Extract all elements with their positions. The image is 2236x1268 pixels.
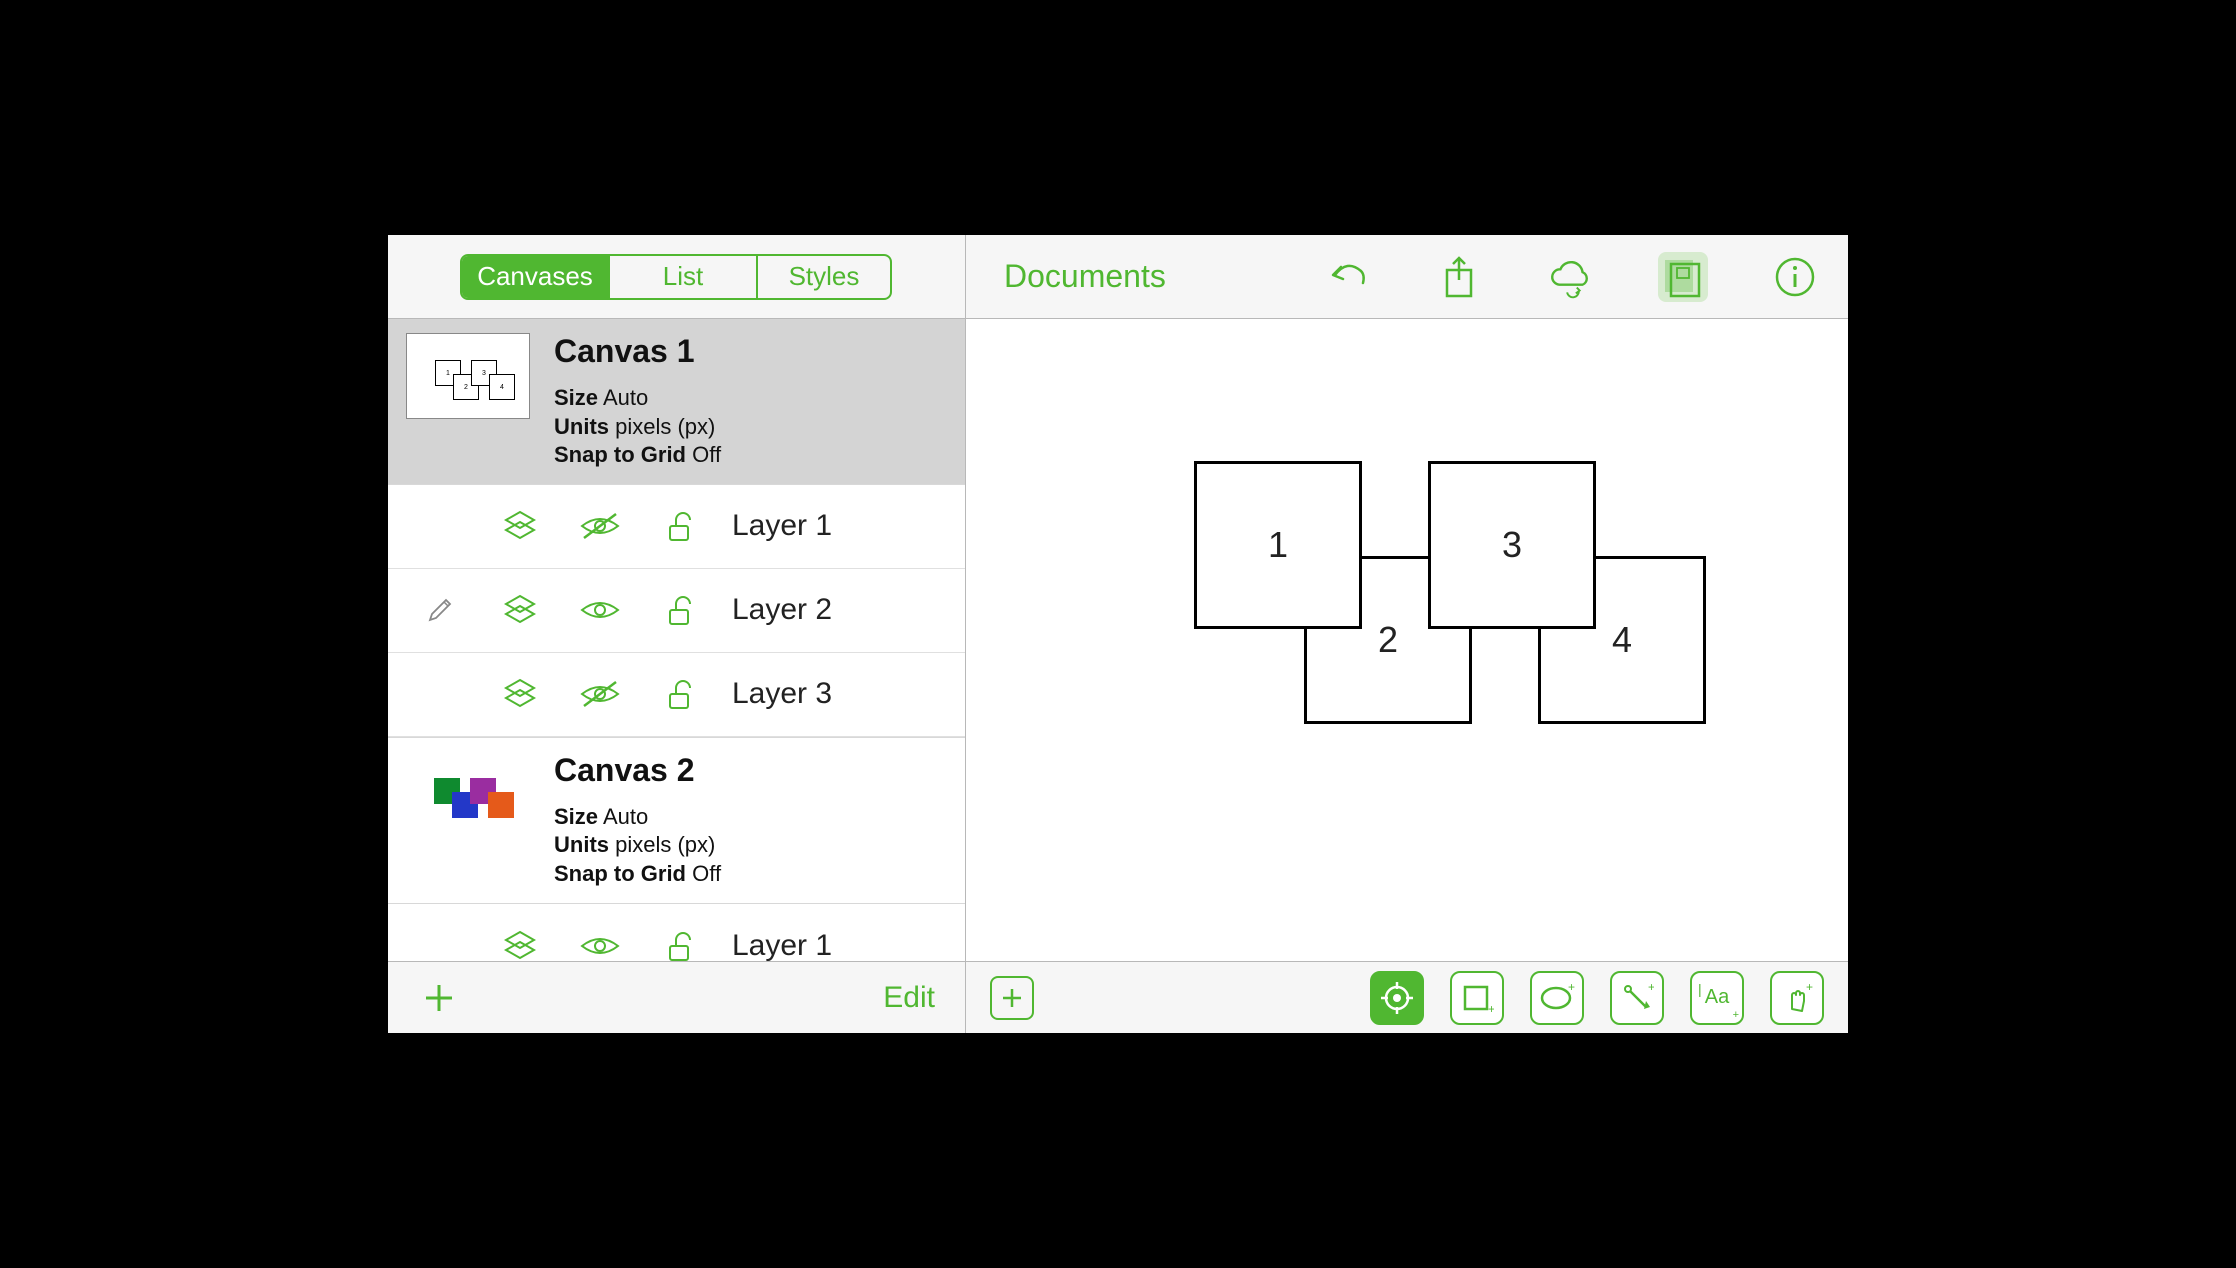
layer-stack-icon[interactable] xyxy=(502,676,538,712)
shape-label: 4 xyxy=(1612,619,1632,661)
text-tool[interactable]: | Aa + xyxy=(1690,971,1744,1025)
visibility-hidden-icon[interactable] xyxy=(578,508,622,544)
line-tool[interactable]: + xyxy=(1610,971,1664,1025)
rectangle-tool[interactable]: + xyxy=(1450,971,1504,1025)
shape-label: 2 xyxy=(1378,619,1398,661)
add-button[interactable] xyxy=(422,981,456,1015)
layer-stack-icon[interactable] xyxy=(502,508,538,544)
tab-list[interactable]: List xyxy=(610,256,758,298)
svg-text:+: + xyxy=(1568,981,1575,994)
layer-name: Layer 1 xyxy=(732,929,832,961)
edit-button[interactable]: Edit xyxy=(883,981,935,1015)
lock-open-icon[interactable] xyxy=(662,508,702,544)
tab-styles[interactable]: Styles xyxy=(758,256,890,298)
sidebar-footer: Edit xyxy=(388,961,965,1033)
shape-label: 1 xyxy=(1268,524,1288,566)
toolbar-actions xyxy=(1322,252,1820,302)
documents-button[interactable]: Documents xyxy=(1004,258,1166,295)
svg-text:+: + xyxy=(1488,1002,1494,1015)
info-icon[interactable] xyxy=(1770,252,1820,302)
canvas-meta: Size Auto Units pixels (px) Snap to Grid… xyxy=(554,384,721,470)
canvas-thumbnail xyxy=(406,752,530,838)
canvas-title: Canvas 2 xyxy=(554,752,721,789)
cloud-sync-icon[interactable] xyxy=(1546,252,1596,302)
visibility-visible-icon[interactable] xyxy=(578,592,622,628)
hand-tool[interactable]: + xyxy=(1770,971,1824,1025)
share-icon[interactable] xyxy=(1434,252,1484,302)
layer-row[interactable]: Layer 2 xyxy=(388,569,965,653)
canvas-info: Canvas 1 Size Auto Units pixels (px) Sna… xyxy=(554,333,721,470)
ellipse-tool[interactable]: + xyxy=(1530,971,1584,1025)
top-toolbar: Documents xyxy=(966,235,1848,319)
lock-open-icon[interactable] xyxy=(662,592,702,628)
target-tool[interactable] xyxy=(1370,971,1424,1025)
drawing-tools: + + + | Aa + + xyxy=(1370,971,1824,1025)
shape-label: 3 xyxy=(1502,524,1522,566)
sidebar: Canvases List Styles 1 2 3 4 Canvas 1 xyxy=(388,235,966,1033)
tab-canvases[interactable]: Canvases xyxy=(462,256,610,298)
undo-icon[interactable] xyxy=(1322,252,1372,302)
add-shape-button[interactable] xyxy=(990,976,1034,1020)
canvas-meta: Size Auto Units pixels (px) Snap to Grid… xyxy=(554,803,721,889)
lock-open-icon[interactable] xyxy=(662,928,702,961)
layers-stack-icon[interactable] xyxy=(1658,252,1708,302)
visibility-visible-icon[interactable] xyxy=(578,928,622,961)
layer-stack-icon[interactable] xyxy=(502,928,538,961)
canvas-thumbnail: 1 2 3 4 xyxy=(406,333,530,419)
lock-open-icon[interactable] xyxy=(662,676,702,712)
bottom-toolbar: + + + | Aa + + xyxy=(966,961,1848,1033)
svg-text:+: + xyxy=(1806,981,1813,994)
canvas-viewport[interactable]: 2 4 1 3 xyxy=(966,319,1848,961)
layer-row[interactable]: Layer 1 xyxy=(388,904,965,961)
sidebar-top-bar: Canvases List Styles xyxy=(388,235,965,319)
visibility-hidden-icon[interactable] xyxy=(578,676,622,712)
view-segmented-control: Canvases List Styles xyxy=(460,254,892,300)
canvas-shape[interactable]: 1 xyxy=(1194,461,1362,629)
layer-stack-icon[interactable] xyxy=(502,592,538,628)
canvas-row[interactable]: 1 2 3 4 Canvas 1 Size Auto Units pixels … xyxy=(388,319,965,485)
sidebar-body: 1 2 3 4 Canvas 1 Size Auto Units pixels … xyxy=(388,319,965,961)
app-window: Canvases List Styles 1 2 3 4 Canvas 1 xyxy=(380,227,1856,1041)
edit-pencil-icon xyxy=(420,596,460,624)
layer-row[interactable]: Layer 1 xyxy=(388,485,965,569)
layer-row[interactable]: Layer 3 xyxy=(388,653,965,737)
text-tool-label: Aa xyxy=(1705,986,1729,1009)
canvas-title: Canvas 1 xyxy=(554,333,721,370)
layer-name: Layer 2 xyxy=(732,593,832,627)
svg-text:+: + xyxy=(1648,981,1654,994)
main-area: Documents 2 4 xyxy=(966,235,1848,1033)
canvas-shape[interactable]: 3 xyxy=(1428,461,1596,629)
layer-name: Layer 1 xyxy=(732,509,832,543)
canvas-info: Canvas 2 Size Auto Units pixels (px) Sna… xyxy=(554,752,721,889)
layer-name: Layer 3 xyxy=(732,677,832,711)
canvas-row[interactable]: Canvas 2 Size Auto Units pixels (px) Sna… xyxy=(388,737,965,904)
